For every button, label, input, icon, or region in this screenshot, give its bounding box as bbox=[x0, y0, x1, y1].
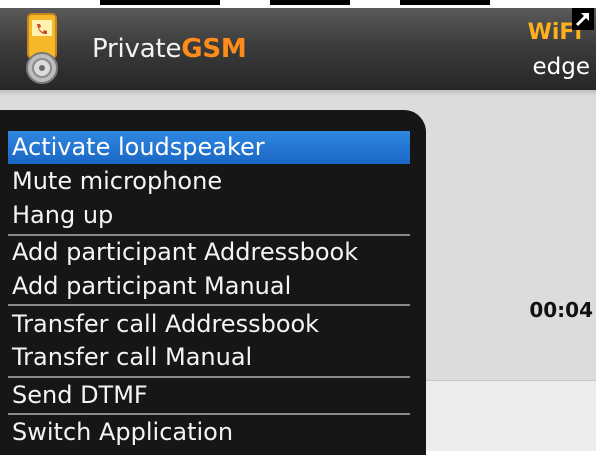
menu-item-transfer-call-manual[interactable]: Transfer call Manual bbox=[8, 341, 410, 374]
network-type-label: edge bbox=[532, 54, 591, 80]
app-title-brand: GSM bbox=[181, 34, 247, 64]
cut-off-text-fragment bbox=[100, 0, 220, 5]
phone-lock-app-icon bbox=[26, 13, 58, 84]
menu-item-mute-microphone[interactable]: Mute microphone bbox=[8, 165, 410, 198]
menu-item-send-dtmf[interactable]: Send DTMF bbox=[8, 379, 410, 412]
app-title: PrivateGSM bbox=[92, 34, 247, 64]
menu-item-hang-up[interactable]: Hang up bbox=[8, 199, 410, 232]
menu-separator bbox=[8, 304, 410, 306]
menu-item-activate-loudspeaker[interactable]: Activate loudspeaker bbox=[8, 131, 410, 164]
menu-item-add-participant-manual[interactable]: Add participant Manual bbox=[8, 270, 410, 303]
menu-separator bbox=[8, 413, 410, 415]
call-timer: 00:04 bbox=[529, 298, 593, 322]
expand-arrow-icon bbox=[572, 8, 594, 30]
menu-separator bbox=[8, 376, 410, 378]
top-status-strip bbox=[0, 0, 596, 8]
cut-off-text-fragment bbox=[270, 0, 350, 5]
menu-item-add-participant-addressbook[interactable]: Add participant Addressbook bbox=[8, 236, 410, 269]
call-options-menu[interactable]: Activate loudspeaker Mute microphone Han… bbox=[0, 110, 426, 455]
menu-item-switch-application[interactable]: Switch Application bbox=[8, 416, 410, 449]
app-header: PrivateGSM WiFi edge bbox=[0, 8, 596, 90]
app-title-prefix: Private bbox=[92, 34, 182, 64]
header-shadow bbox=[0, 90, 596, 96]
cut-off-text-fragment bbox=[400, 0, 490, 5]
menu-item-transfer-call-addressbook[interactable]: Transfer call Addressbook bbox=[8, 308, 410, 341]
